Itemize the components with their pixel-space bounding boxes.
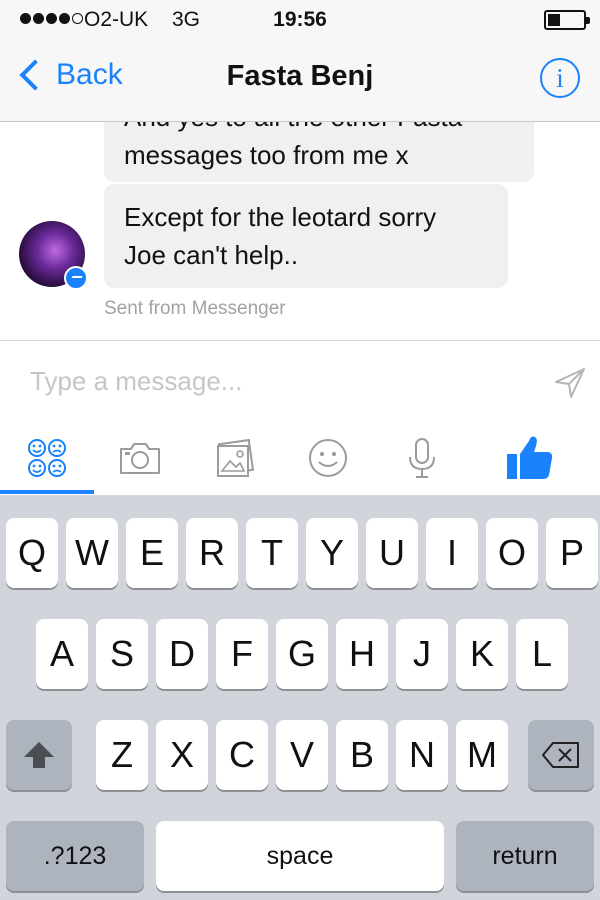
battery-icon (544, 10, 590, 30)
key-t[interactable]: T (246, 518, 298, 588)
key-j[interactable]: J (396, 619, 448, 689)
message-text-line: Except for the leotard sorry (124, 202, 437, 232)
key-c[interactable]: C (216, 720, 268, 790)
key-v[interactable]: V (276, 720, 328, 790)
keyboard: Q W E R T Y U I O P A S D F G H J K L Z X C V B N M .?123 space retu… (0, 496, 600, 900)
numbers-key[interactable]: .?123 (6, 821, 144, 891)
message-text-line: And yes to all the other Fasta (124, 122, 514, 136)
key-w[interactable]: W (66, 518, 118, 588)
key-g[interactable]: G (276, 619, 328, 689)
status-bar: O2-UK 3G 19:56 (0, 0, 600, 40)
key-u[interactable]: U (366, 518, 418, 588)
backspace-key[interactable] (528, 720, 594, 790)
emoji-icon[interactable] (300, 430, 356, 486)
like-icon[interactable] (502, 430, 558, 486)
key-i[interactable]: I (426, 518, 478, 588)
key-z[interactable]: Z (96, 720, 148, 790)
key-x[interactable]: X (156, 720, 208, 790)
message-bubble[interactable]: Except for the leotard sorry Joe can't h… (104, 184, 508, 288)
battery-level (548, 14, 560, 26)
conversation-view[interactable]: And yes to all the other Fasta messages … (0, 122, 600, 340)
key-m[interactable]: M (456, 720, 508, 790)
message-text-line: Joe can't help.. (124, 240, 299, 270)
key-n[interactable]: N (396, 720, 448, 790)
key-e[interactable]: E (126, 518, 178, 588)
info-button[interactable]: i (540, 58, 580, 98)
status-time: 19:56 (273, 8, 327, 31)
key-y[interactable]: Y (306, 518, 358, 588)
camera-icon[interactable] (112, 430, 168, 486)
microphone-icon[interactable] (394, 430, 450, 486)
message-input[interactable] (30, 363, 530, 399)
top-bar: O2-UK 3G 19:56 Back Fasta Benj i (0, 0, 600, 122)
key-o[interactable]: O (486, 518, 538, 588)
conversation-title: Fasta Benj (226, 60, 374, 92)
space-key[interactable]: space (156, 821, 444, 891)
backspace-icon (542, 742, 579, 768)
shift-key[interactable] (6, 720, 72, 790)
key-k[interactable]: K (456, 619, 508, 689)
key-h[interactable]: H (336, 619, 388, 689)
key-r[interactable]: R (186, 518, 238, 588)
return-key[interactable]: return (456, 821, 594, 891)
key-p[interactable]: P (546, 518, 598, 588)
photo-gallery-icon[interactable] (207, 430, 263, 486)
active-tab-indicator (0, 490, 94, 494)
message-composer (0, 340, 600, 420)
sent-from-label: Sent from Messenger (104, 298, 286, 319)
send-icon[interactable] (550, 363, 590, 403)
key-s[interactable]: S (96, 619, 148, 689)
message-bubble[interactable]: And yes to all the other Fasta messages … (104, 122, 534, 182)
key-q[interactable]: Q (6, 518, 58, 588)
key-f[interactable]: F (216, 619, 268, 689)
key-l[interactable]: L (516, 619, 568, 689)
messenger-badge-icon (64, 266, 88, 290)
key-b[interactable]: B (336, 720, 388, 790)
shift-icon (24, 742, 54, 768)
key-a[interactable]: A (36, 619, 88, 689)
message-text-line: messages too from me x (124, 140, 409, 170)
stickers-icon[interactable] (19, 430, 75, 486)
composer-toolbar (0, 420, 600, 496)
key-d[interactable]: D (156, 619, 208, 689)
